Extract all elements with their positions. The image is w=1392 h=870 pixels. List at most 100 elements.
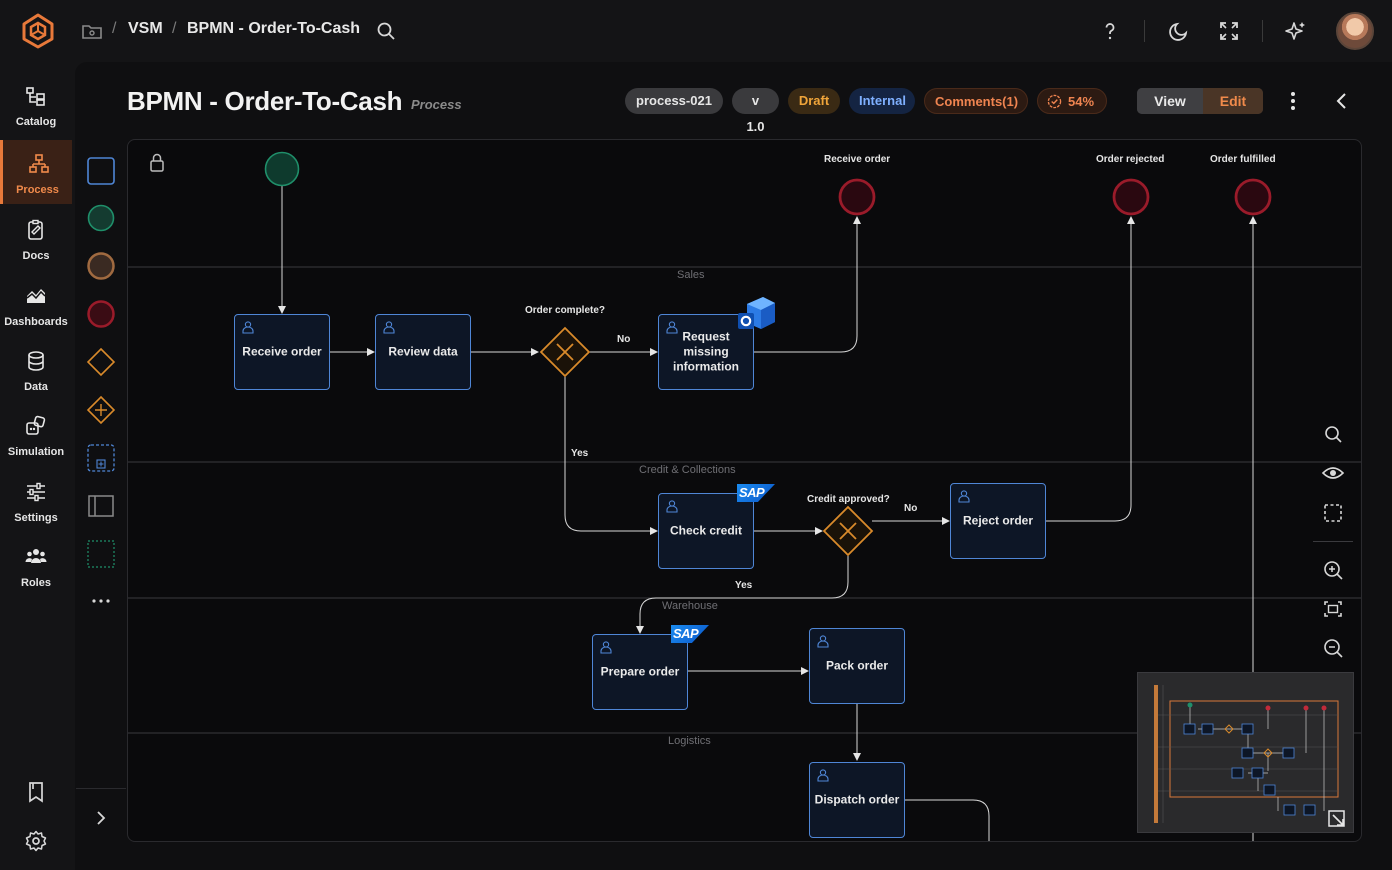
- nav-label: Data: [24, 381, 48, 393]
- nav-docs[interactable]: Docs: [0, 206, 72, 270]
- gateway-shape-icon[interactable]: [86, 347, 116, 377]
- nav-process[interactable]: Process: [0, 140, 72, 204]
- status-badge[interactable]: Draft: [788, 88, 840, 114]
- search-icon[interactable]: [1313, 417, 1353, 451]
- search-icon[interactable]: [374, 19, 398, 43]
- lock-icon[interactable]: [148, 152, 166, 174]
- breadcrumb-current[interactable]: BPMN - Order-To-Cash: [187, 20, 360, 38]
- task-label: Review data: [388, 344, 458, 359]
- nav-roles[interactable]: Roles: [0, 533, 72, 597]
- user-task-icon: [242, 321, 254, 334]
- docs-icon: [28, 219, 43, 240]
- edit-button[interactable]: Edit: [1203, 88, 1263, 114]
- process-id-badge: process-021: [625, 88, 723, 114]
- flow-label: No: [617, 334, 631, 345]
- nav-data[interactable]: Data: [0, 337, 72, 401]
- dashboards-icon: [26, 289, 46, 303]
- task-dispatch-order[interactable]: Dispatch order: [809, 762, 905, 838]
- parallel-gateway-shape-icon[interactable]: [86, 395, 116, 425]
- zoom-out-icon[interactable]: [1313, 631, 1353, 665]
- user-task-icon: [383, 321, 395, 334]
- top-bar: / VSM / BPMN - Order-To-Cash: [0, 0, 1392, 62]
- simulation-icon: [26, 415, 46, 435]
- divider: [1144, 20, 1145, 42]
- zoom-in-icon[interactable]: [1313, 553, 1353, 587]
- folder-icon[interactable]: [80, 19, 104, 43]
- catalog-icon: [26, 87, 45, 106]
- gateway-order-complete: [539, 326, 591, 378]
- sparkle-icon[interactable]: [1284, 19, 1308, 43]
- gear-icon[interactable]: [24, 829, 48, 853]
- task-label: Request missing information: [673, 329, 739, 374]
- chevron-right-icon[interactable]: [92, 808, 110, 828]
- task-label: Pack order: [825, 658, 889, 673]
- comments-badge[interactable]: Comments(1): [924, 88, 1028, 114]
- eye-icon[interactable]: [1313, 456, 1353, 490]
- lane-label-sales: Sales: [677, 269, 705, 281]
- lane-label-credit: Credit & Collections: [639, 464, 736, 476]
- help-icon[interactable]: [1098, 19, 1122, 43]
- start-event-shape-icon[interactable]: [86, 203, 116, 233]
- shape-palette: [76, 140, 126, 825]
- fit-screen-icon[interactable]: [1313, 592, 1353, 626]
- task-shape-icon[interactable]: [86, 156, 116, 186]
- outlook-icon: [738, 297, 775, 329]
- more-horizontal-icon[interactable]: [91, 596, 111, 606]
- page-subtitle: Process: [411, 97, 462, 112]
- flow-label: No: [904, 503, 918, 514]
- divider: [76, 788, 126, 789]
- end-event-label: Receive order: [824, 154, 891, 165]
- intermediate-event-shape-icon[interactable]: [86, 251, 116, 281]
- task-label: Dispatch order: [814, 792, 900, 807]
- check-circle-icon: [1047, 94, 1062, 109]
- lane-label-warehouse: Warehouse: [662, 600, 718, 612]
- breadcrumb-vsm[interactable]: VSM: [128, 20, 163, 38]
- flow-label: Yes: [571, 448, 589, 459]
- nav-label: Dashboards: [4, 316, 68, 328]
- nav-label: Roles: [21, 577, 51, 589]
- page-title: BPMN - Order-To-Cash: [127, 86, 403, 116]
- avatar[interactable]: [1336, 12, 1374, 50]
- expand-minimap-icon[interactable]: [1327, 809, 1347, 829]
- nav-simulation[interactable]: Simulation: [0, 402, 72, 466]
- user-task-icon: [666, 500, 678, 513]
- task-label: Prepare order: [600, 664, 680, 679]
- task-review-data[interactable]: Review data: [375, 314, 471, 390]
- subprocess-shape-icon[interactable]: [86, 443, 116, 473]
- minimap[interactable]: [1137, 672, 1354, 833]
- nav-catalog[interactable]: Catalog: [0, 72, 72, 136]
- nav-label: Simulation: [7, 446, 65, 458]
- sap-logo-text: SAP: [739, 485, 765, 500]
- view-button[interactable]: View: [1137, 88, 1203, 114]
- version-badge[interactable]: v 1.0: [732, 88, 779, 134]
- selection-icon[interactable]: [1313, 495, 1353, 529]
- app-logo-icon[interactable]: [20, 12, 56, 50]
- visibility-badge[interactable]: Internal: [849, 88, 915, 114]
- more-vertical-icon[interactable]: [1282, 89, 1304, 113]
- task-receive-order[interactable]: Receive order: [234, 314, 330, 390]
- task-pack-order[interactable]: Pack order: [809, 628, 905, 704]
- nav-label: Settings: [14, 512, 58, 524]
- bookmark-icon[interactable]: [24, 780, 48, 804]
- nav-settings[interactable]: Settings: [0, 468, 72, 532]
- progress-badge[interactable]: 54%: [1037, 88, 1107, 114]
- data-icon: [28, 351, 44, 371]
- pool-shape-icon[interactable]: [86, 491, 116, 521]
- sap-logo-text: SAP: [673, 626, 699, 641]
- chevron-left-icon[interactable]: [1332, 90, 1352, 112]
- nav-dashboards[interactable]: Dashboards: [0, 272, 72, 336]
- task-prepare-order[interactable]: Prepare order: [592, 634, 688, 710]
- end-event-shape-icon[interactable]: [86, 299, 116, 329]
- task-label: Reject order: [962, 513, 1034, 528]
- task-reject-order[interactable]: Reject order: [950, 483, 1046, 559]
- breadcrumb-separator: /: [112, 20, 117, 37]
- user-task-icon: [958, 490, 970, 503]
- group-shape-icon[interactable]: [86, 539, 116, 569]
- end-event-order-rejected: [1112, 178, 1150, 216]
- fullscreen-icon[interactable]: [1217, 19, 1241, 43]
- moon-icon[interactable]: [1167, 19, 1191, 43]
- progress-value: 54%: [1068, 94, 1095, 109]
- task-check-credit[interactable]: Check credit: [658, 493, 754, 569]
- user-task-icon: [600, 641, 612, 654]
- task-label: Check credit: [669, 523, 743, 538]
